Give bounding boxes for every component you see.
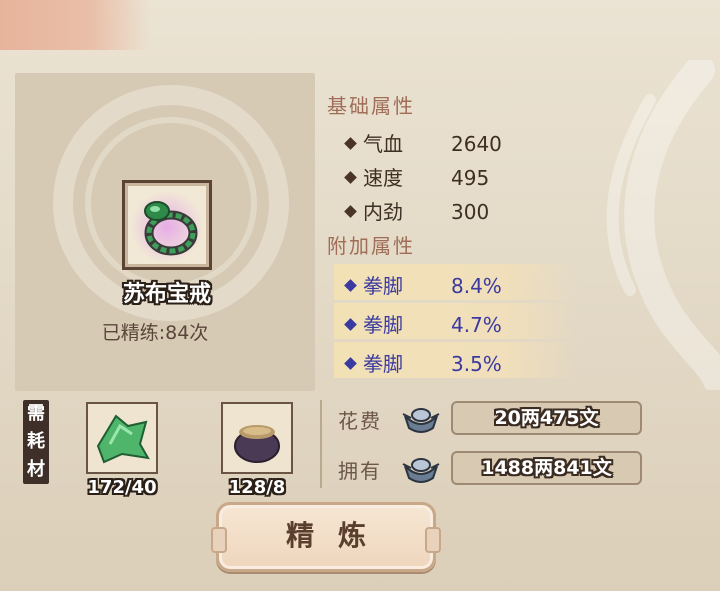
refine-button[interactable]: 精炼 xyxy=(211,502,441,572)
attr-value: 4.7% xyxy=(451,313,502,337)
extra-attrs-title: 附加属性 xyxy=(327,234,415,258)
attr-label: 拳脚 xyxy=(363,352,403,376)
divider xyxy=(320,400,322,488)
base-attr-row: 速度 495 xyxy=(342,162,489,191)
decorative-swoosh xyxy=(606,60,720,390)
base-attr-row: 气血 2640 xyxy=(342,128,502,157)
item-slot[interactable] xyxy=(122,180,212,270)
attr-label: 气血 xyxy=(363,132,403,156)
sand-pot-icon xyxy=(234,425,280,463)
item-name: 苏布宝戒 xyxy=(122,282,211,307)
refine-count: 已精练:84次 xyxy=(101,322,209,344)
top-header-strip xyxy=(0,0,150,50)
cost-label: 花费 xyxy=(338,409,382,433)
own-value: 1488两841文 xyxy=(451,451,642,485)
attr-label: 拳脚 xyxy=(363,313,403,337)
material-count: 128/8 xyxy=(228,477,286,498)
diamond-bullet-icon xyxy=(344,357,357,370)
base-attr-row: 内劲 300 xyxy=(342,196,489,225)
cost-value: 20两475文 xyxy=(451,401,642,435)
attr-value: 2640 xyxy=(451,132,502,156)
base-attrs-title: 基础属性 xyxy=(327,94,415,118)
own-label: 拥有 xyxy=(338,459,382,483)
materials-tag-char: 耗 xyxy=(27,431,45,452)
attr-label: 内劲 xyxy=(363,200,403,224)
materials-tag-char: 材 xyxy=(27,459,45,480)
extra-attr-row: 拳脚 4.7% xyxy=(334,303,578,339)
attr-label: 速度 xyxy=(363,166,403,190)
material-slot[interactable] xyxy=(221,402,293,474)
diamond-bullet-icon xyxy=(344,171,357,184)
materials-tag-char: 需 xyxy=(27,403,45,424)
attr-value: 495 xyxy=(451,166,490,190)
materials-tag: 需 耗 材 xyxy=(23,400,49,484)
extra-attr-row: 拳脚 8.4% xyxy=(334,264,578,300)
diamond-bullet-icon xyxy=(344,279,357,292)
silver-ingot-icon xyxy=(402,458,440,483)
jade-ring-icon xyxy=(131,191,203,263)
attr-value: 3.5% xyxy=(451,352,502,376)
attr-label: 拳脚 xyxy=(363,274,403,298)
diamond-bullet-icon xyxy=(344,318,357,331)
extra-attr-row: 拳脚 3.5% xyxy=(334,342,578,378)
diamond-bullet-icon xyxy=(344,205,357,218)
material-count: 172/40 xyxy=(87,477,157,498)
attr-value: 300 xyxy=(451,200,490,224)
green-cloth-icon xyxy=(96,414,150,464)
attr-value: 8.4% xyxy=(451,274,502,298)
diamond-bullet-icon xyxy=(344,137,357,150)
material-slot[interactable] xyxy=(86,402,158,474)
silver-ingot-icon xyxy=(402,408,440,433)
